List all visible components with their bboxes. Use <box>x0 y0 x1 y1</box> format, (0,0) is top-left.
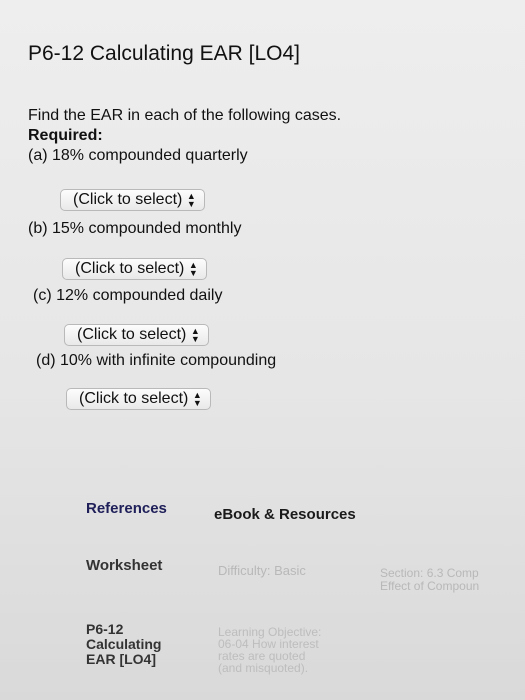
difficulty-text: Difficulty: Basic <box>218 563 306 578</box>
updown-arrows-icon: ▲ ▼ <box>188 259 198 278</box>
select-value: (Click to select) <box>75 260 185 277</box>
updown-arrows-icon: ▲ ▼ <box>190 325 200 344</box>
case-d-label: (d) 10% with infinite compounding <box>36 352 277 369</box>
case-b-label: (b) 15% compounded monthly <box>28 220 242 237</box>
case-c-select[interactable]: (Click to select) ▲ ▼ <box>64 324 210 346</box>
page-title: P6-12 Calculating EAR [LO4] <box>28 42 300 65</box>
required-label: Required: <box>28 127 103 144</box>
tab-ebook-resources[interactable]: eBook & Resources <box>214 506 356 523</box>
case-a-select[interactable]: (Click to select) ▲ ▼ <box>60 189 206 211</box>
intro-text: Find the EAR in each of the following ca… <box>28 107 342 124</box>
tab-references[interactable]: References <box>86 500 167 517</box>
learning-objective: Learning Objective: 06-04 How interest r… <box>218 625 322 675</box>
case-c-label: (c) 12% compounded daily <box>33 287 223 304</box>
case-b-select[interactable]: (Click to select) ▲ ▼ <box>62 258 208 280</box>
select-value: (Click to select) <box>77 326 187 343</box>
select-value: (Click to select) <box>73 191 183 208</box>
updown-arrows-icon: ▲ ▼ <box>192 389 202 408</box>
problem-reference: P6-12 Calculating EAR [LO4] <box>86 621 162 667</box>
updown-arrows-icon: ▲ ▼ <box>186 190 196 209</box>
case-a-label: (a) 18% compounded quarterly <box>28 147 248 164</box>
section-text: Section: 6.3 Comp Effect of Compoun <box>380 566 480 593</box>
select-value: (Click to select) <box>79 390 189 407</box>
case-d-select[interactable]: (Click to select) ▲ ▼ <box>66 388 212 410</box>
worksheet-label: Worksheet <box>86 557 163 574</box>
